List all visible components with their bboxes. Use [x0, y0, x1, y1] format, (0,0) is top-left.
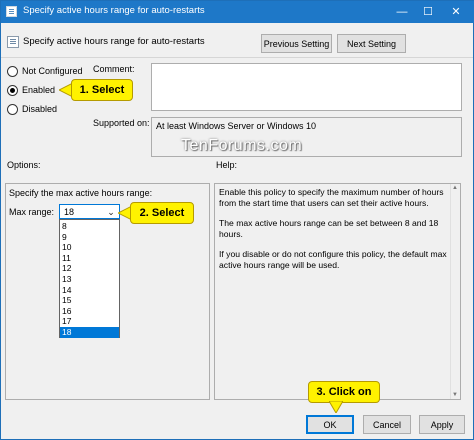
header-divider [1, 57, 473, 58]
callout-step-3: 3. Click on [308, 381, 380, 403]
dropdown-option-11[interactable]: 11 [60, 253, 119, 264]
cancel-button[interactable]: Cancel [363, 415, 411, 434]
help-panel: Enable this policy to specify the maximu… [214, 183, 461, 400]
callout-step-1: 1. Select [71, 79, 133, 101]
apply-button[interactable]: Apply [419, 415, 465, 434]
radio-label: Enabled [22, 85, 56, 95]
dropdown-option-13[interactable]: 13 [60, 274, 119, 285]
max-range-select[interactable]: 18 ⌄ [59, 204, 120, 219]
ok-button[interactable]: OK [306, 415, 354, 434]
previous-setting-button[interactable]: Previous Setting [261, 34, 332, 53]
window-title: Specify active hours range for auto-rest… [23, 5, 205, 16]
comment-label: Comment: [93, 64, 135, 74]
dropdown-option-9[interactable]: 9 [60, 232, 119, 243]
supported-on-value: At least Windows Server or Windows 10 [156, 121, 317, 131]
help-paragraph: Enable this policy to specify the maximu… [219, 187, 444, 208]
radio-indicator[interactable] [7, 85, 18, 96]
callout-pointer-3 [329, 401, 343, 413]
supported-on-label: Supported on: [93, 118, 150, 128]
policy-document-icon [6, 6, 17, 17]
radio-label: Disabled [22, 104, 58, 114]
close-button[interactable]: ✕ [441, 1, 471, 23]
help-scrollbar[interactable]: ▲ ▼ [450, 184, 460, 399]
watermark: TenForums.com [181, 137, 303, 154]
dropdown-option-16[interactable]: 16 [60, 306, 119, 317]
radio-disabled[interactable]: Disabled [7, 103, 67, 117]
chevron-down-icon[interactable]: ⌄ [103, 205, 119, 218]
max-range-value: 18 [64, 207, 75, 217]
next-setting-button[interactable]: Next Setting [337, 34, 406, 53]
dropdown-option-12[interactable]: 12 [60, 263, 119, 274]
policy-dialog-window: Specify active hours range for auto-rest… [0, 0, 474, 440]
maximize-button[interactable]: ☐ [413, 1, 443, 23]
comment-textarea[interactable] [151, 63, 462, 111]
callout-step-2: 2. Select [130, 202, 194, 224]
radio-indicator[interactable] [7, 66, 18, 77]
max-range-label: Max range: [9, 207, 55, 217]
radio-not-configured[interactable]: Not Configured [7, 65, 87, 79]
dropdown-option-18[interactable]: 18 [60, 327, 119, 338]
radio-enabled[interactable]: Enabled [7, 84, 67, 98]
dropdown-option-10[interactable]: 10 [60, 242, 119, 253]
dropdown-option-8[interactable]: 8 [60, 221, 119, 232]
help-text: Enable this policy to specify the maximu… [219, 187, 447, 280]
scroll-down-icon[interactable]: ▼ [452, 392, 458, 398]
scroll-up-icon[interactable]: ▲ [452, 185, 458, 191]
dropdown-option-15[interactable]: 15 [60, 295, 119, 306]
radio-indicator[interactable] [7, 104, 18, 115]
title-bar[interactable]: Specify active hours range for auto-rest… [1, 1, 474, 23]
policy-name: Specify active hours range for auto-rest… [23, 36, 205, 47]
dropdown-option-17[interactable]: 17 [60, 316, 119, 327]
options-heading: Options: [7, 160, 41, 170]
help-heading: Help: [216, 160, 238, 170]
policy-setting-icon [7, 36, 19, 48]
help-paragraph: If you disable or do not configure this … [219, 249, 447, 270]
max-range-description: Specify the max active hours range: [9, 188, 153, 198]
dropdown-option-14[interactable]: 14 [60, 285, 119, 296]
help-paragraph: The max active hours range can be set be… [219, 218, 439, 239]
max-range-dropdown-list[interactable]: 8 9 10 11 12 13 14 15 16 17 18 [59, 219, 120, 338]
radio-label: Not Configured [22, 66, 83, 76]
